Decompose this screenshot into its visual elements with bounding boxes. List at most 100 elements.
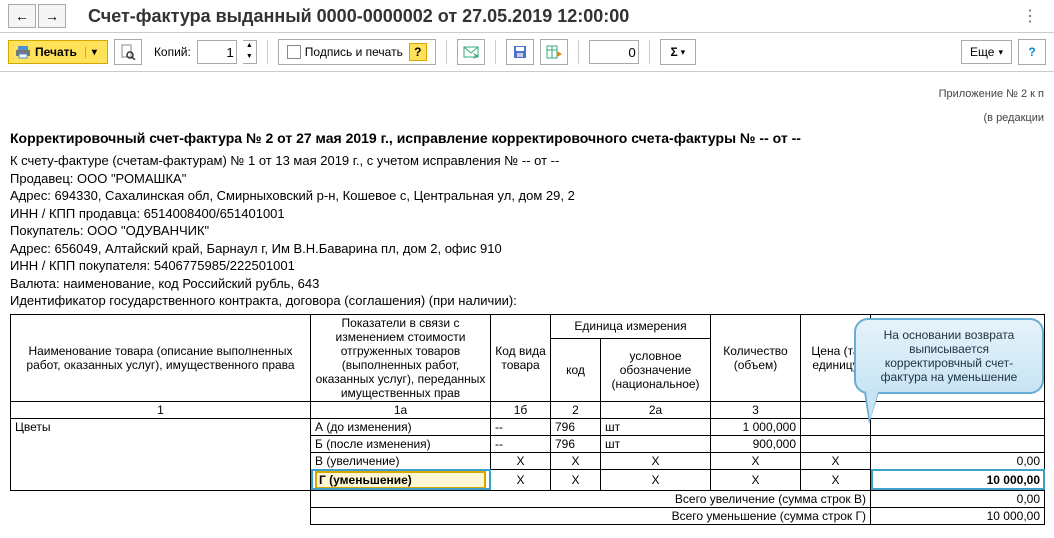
chevron-down-icon: ▾	[681, 47, 686, 58]
th-indicator: Показатели в связи с изменением стоимост…	[311, 314, 491, 401]
cell-kind: Х	[491, 452, 551, 469]
zero-input[interactable]	[589, 40, 639, 64]
separator	[495, 40, 496, 64]
help-badge-icon: ?	[409, 43, 427, 61]
cell-unit: шт	[601, 435, 711, 452]
more-label: Еще	[970, 45, 994, 59]
seller-inn-line: ИНН / КПП продавца: 6514008400/651401001	[10, 205, 1044, 223]
total-decrease-label: Всего уменьшение (сумма строк Г)	[311, 507, 871, 524]
colnum: 1б	[491, 401, 551, 418]
colnum: 2а	[601, 401, 711, 418]
contract-id-line: Идентификатор государственного контракта…	[10, 292, 1044, 310]
help-button[interactable]: ?	[1018, 39, 1046, 65]
cell-code: Х	[551, 469, 601, 490]
th-qty: Количество (объем)	[711, 314, 801, 401]
cell-price	[801, 418, 871, 435]
table-total-row: Всего уменьшение (сумма строк Г) 10 000,…	[11, 507, 1045, 524]
preview-icon	[120, 44, 136, 60]
callout-bubble: На основании возврата выписывается корре…	[854, 318, 1044, 394]
cell-code: 796	[551, 418, 601, 435]
th-unit: условное обозначение (национальное)	[601, 338, 711, 401]
nav-back-button[interactable]: ←	[8, 4, 36, 28]
th-code: код	[551, 338, 601, 401]
nav-forward-button[interactable]: →	[38, 4, 66, 28]
table-colnum-row: 1 1а 1б 2 2а 3	[11, 401, 1045, 418]
appendix-note: Приложение № 2 к п (в редакции	[10, 76, 1044, 124]
cell-kind: Х	[491, 469, 551, 490]
colnum	[871, 401, 1045, 418]
table-total-row: Всего увеличение (сумма строк В) 0,00	[11, 490, 1045, 507]
printer-icon	[15, 44, 31, 60]
export-button[interactable]	[540, 39, 568, 65]
cell-code: Х	[551, 452, 601, 469]
total-decrease-value: 10 000,00	[871, 507, 1045, 524]
cell-indicator: В (увеличение)	[311, 452, 491, 469]
cell-unit: Х	[601, 452, 711, 469]
cell-indicator-highlight: Г (уменьшение)	[311, 469, 491, 490]
cell-cost: 0,00	[871, 452, 1045, 469]
save-button[interactable]	[506, 39, 534, 65]
cell-indicator: А (до изменения)	[311, 418, 491, 435]
table-row: Цветы А (до изменения) -- 796 шт 1 000,0…	[11, 418, 1045, 435]
send-button[interactable]	[457, 39, 485, 65]
document-title: Корректировочный счет-фактура № 2 от 27 …	[10, 130, 1044, 146]
envelope-icon	[463, 44, 479, 60]
total-increase-value: 0,00	[871, 490, 1045, 507]
colnum: 1а	[311, 401, 491, 418]
cell-cost	[871, 435, 1045, 452]
cell-qty: 900,000	[711, 435, 801, 452]
cell-unit: шт	[601, 418, 711, 435]
cell-qty: 1 000,000	[711, 418, 801, 435]
document-ref: К счету-фактуре (счетам-фактурам) № 1 от…	[10, 152, 1044, 170]
cell-cost	[871, 418, 1045, 435]
separator	[267, 40, 268, 64]
callout-text: На основании возврата выписывается корре…	[881, 328, 1018, 384]
sign-print-button[interactable]: Подпись и печать ?	[278, 39, 436, 65]
cell-cost-highlight: 10 000,00	[871, 469, 1045, 490]
copies-input[interactable]	[197, 40, 237, 64]
print-button[interactable]: Печать ▾	[8, 40, 108, 64]
spin-down-icon[interactable]: ▼	[243, 52, 256, 63]
spin-up-icon[interactable]: ▲	[243, 41, 256, 52]
floppy-icon	[512, 44, 528, 60]
separator	[578, 40, 579, 64]
page-title: Счет-фактура выданный 0000-0000002 от 27…	[88, 6, 629, 27]
th-name: Наименование товара (описание выполненны…	[11, 314, 311, 401]
seller-address-line: Адрес: 694330, Сахалинская обл, Смирныхо…	[10, 187, 1044, 205]
copies-spinner[interactable]: ▲ ▼	[243, 40, 257, 64]
table-export-icon	[546, 44, 562, 60]
more-button[interactable]: Еще ▾	[961, 40, 1012, 64]
arrow-right-icon: →	[45, 8, 59, 24]
checkbox-icon	[287, 45, 301, 59]
kebab-icon: ⋮	[1022, 8, 1038, 25]
arrow-left-icon: ←	[15, 8, 29, 24]
cell-indicator: Б (после изменения)	[311, 435, 491, 452]
cell-price	[801, 435, 871, 452]
question-icon: ?	[1028, 45, 1035, 59]
cell-item-name: Цветы	[11, 418, 311, 490]
th-unit-group: Единица измерения	[551, 314, 711, 338]
print-label: Печать	[35, 45, 77, 59]
separator	[446, 40, 447, 64]
buyer-line: Покупатель: ООО "ОДУВАНЧИК"	[10, 222, 1044, 240]
colnum	[801, 401, 871, 418]
colnum: 3	[711, 401, 801, 418]
total-increase-label: Всего увеличение (сумма строк В)	[311, 490, 871, 507]
cell-code: 796	[551, 435, 601, 452]
cell-price: Х	[801, 452, 871, 469]
toolbar: Печать ▾ Копий: ▲ ▼ Подпись и печать ? Σ…	[0, 33, 1054, 72]
currency-line: Валюта: наименование, код Российский руб…	[10, 275, 1044, 293]
chevron-down-icon: ▾	[998, 47, 1003, 58]
copies-label: Копий:	[154, 45, 191, 59]
sum-button[interactable]: Σ ▾	[660, 39, 696, 65]
kebab-menu-button[interactable]: ⋮	[1014, 6, 1046, 26]
seller-line: Продавец: ООО "РОМАШКА"	[10, 170, 1044, 188]
cell-unit: Х	[601, 469, 711, 490]
colnum: 2	[551, 401, 601, 418]
cell-qty: Х	[711, 469, 801, 490]
separator	[649, 40, 650, 64]
preview-button[interactable]	[114, 39, 142, 65]
cell-price: Х	[801, 469, 871, 490]
chevron-down-icon: ▾	[85, 47, 97, 58]
sigma-icon: Σ	[670, 45, 677, 59]
